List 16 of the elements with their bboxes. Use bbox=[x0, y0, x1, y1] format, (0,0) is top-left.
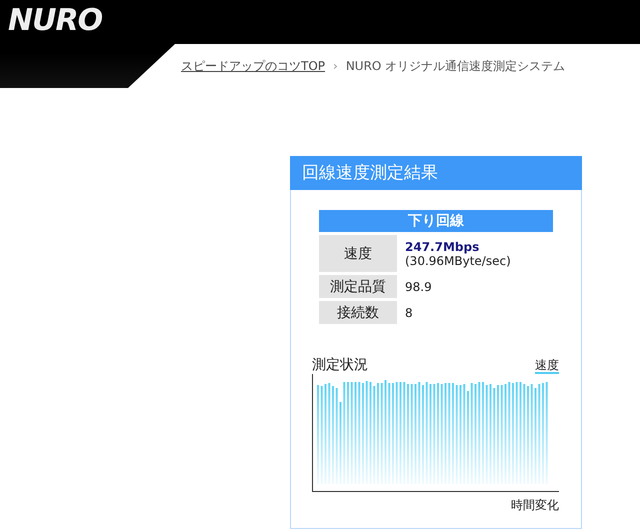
logo: NURO bbox=[8, 4, 102, 38]
chart-title: 測定状況 bbox=[312, 356, 368, 374]
table-heading: 下り回線 bbox=[319, 210, 553, 232]
row-label: 測定品質 bbox=[319, 275, 397, 298]
panel-title: 回線速度測定結果 bbox=[290, 156, 582, 190]
row-value: 8 bbox=[404, 304, 414, 322]
row-value: 98.9 bbox=[404, 278, 433, 296]
row-label: 接続数 bbox=[319, 301, 397, 324]
row-label: 速度 bbox=[319, 235, 397, 272]
speed-value: 247.7Mbps bbox=[405, 240, 480, 254]
legend-label: 速度 bbox=[535, 358, 559, 374]
x-axis-label: 時間変化 bbox=[510, 497, 559, 514]
speed-detail: (30.96MByte/sec) bbox=[405, 254, 512, 268]
breadcrumb-link[interactable]: スピードアップのコツTOP bbox=[181, 58, 326, 74]
breadcrumb-current: NURO オリジナル通信速度測定システム bbox=[346, 58, 566, 74]
breadcrumb-separator: › bbox=[333, 59, 338, 73]
